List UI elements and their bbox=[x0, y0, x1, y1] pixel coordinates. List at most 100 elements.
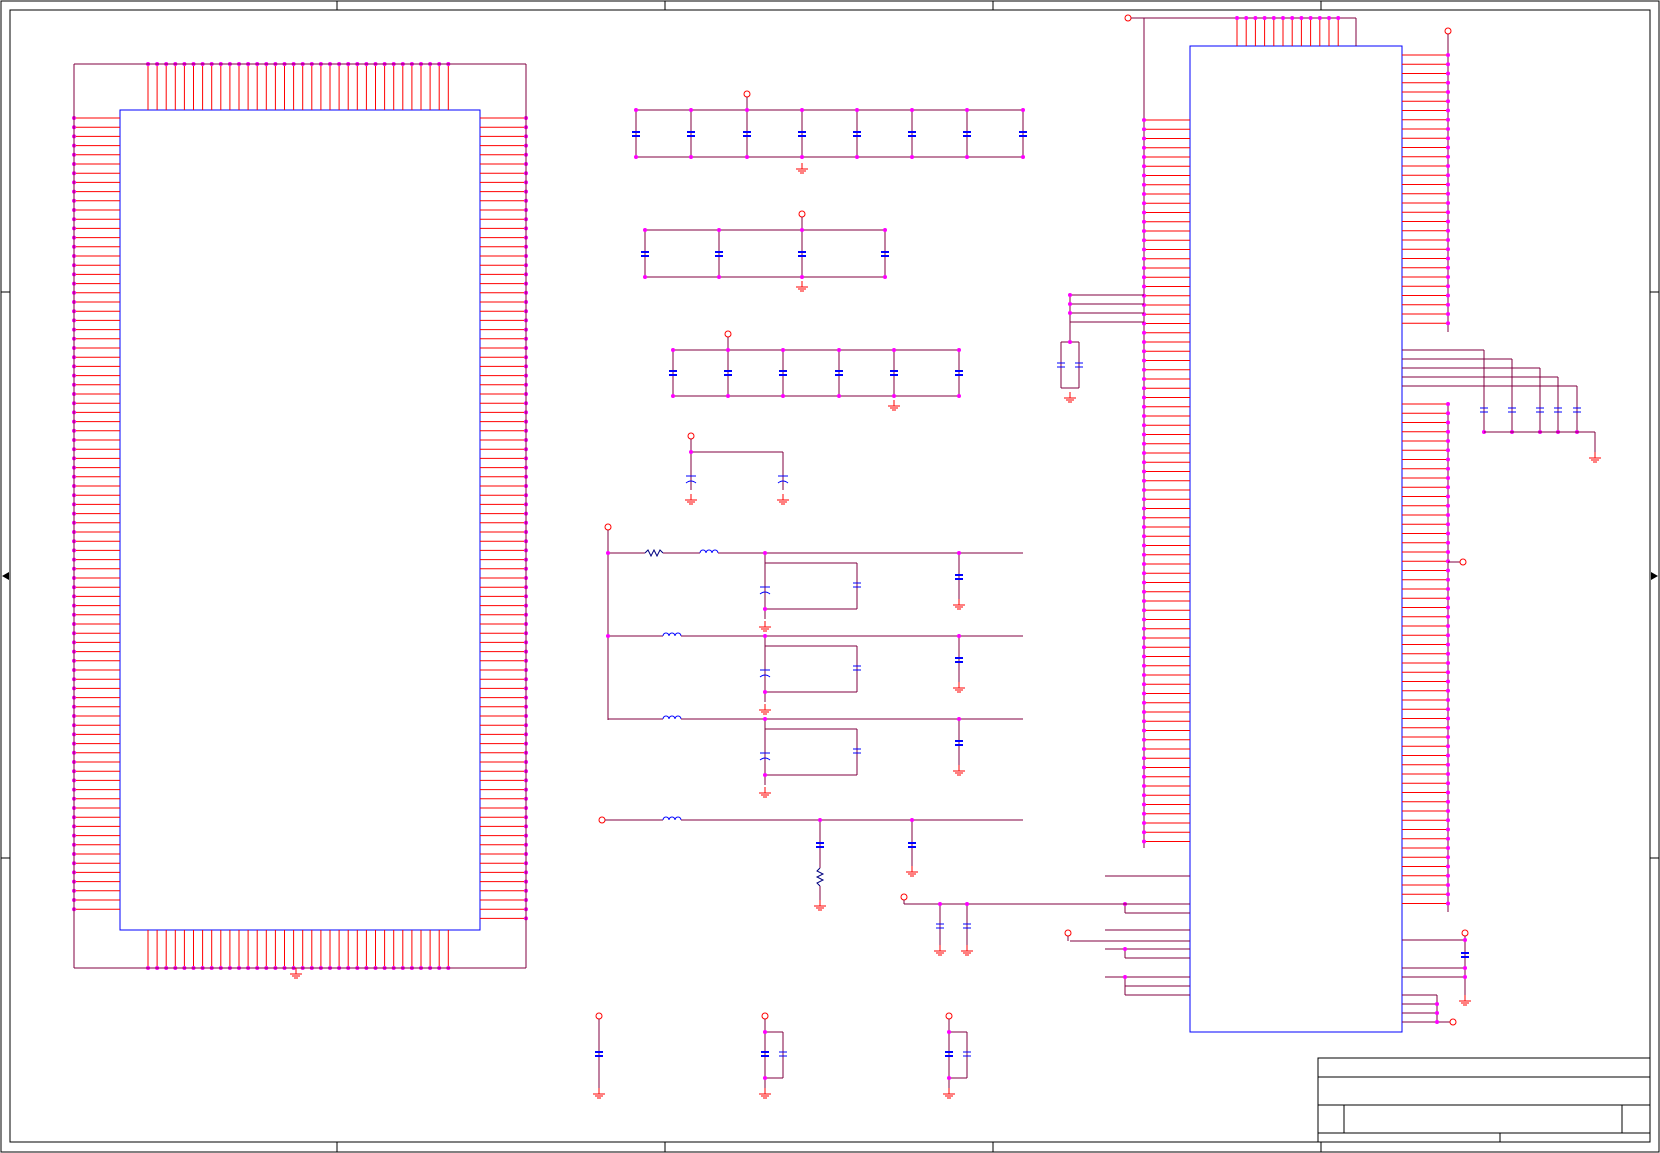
junction-dot bbox=[1446, 605, 1450, 610]
power-port-symbol bbox=[1459, 558, 1467, 566]
junction-dot bbox=[1435, 1002, 1439, 1006]
junction-dot bbox=[1142, 164, 1146, 169]
junction-dot bbox=[1446, 402, 1450, 406]
junction-dot bbox=[1142, 515, 1146, 520]
junction-dot bbox=[1446, 420, 1450, 425]
junction-dot bbox=[1446, 485, 1450, 490]
junction-dot bbox=[1142, 247, 1146, 252]
junction-dot bbox=[1253, 16, 1258, 20]
junction-dot bbox=[1142, 349, 1146, 354]
power-port-symbol bbox=[595, 1012, 603, 1020]
junction-dot bbox=[763, 690, 767, 694]
junction-dot bbox=[855, 108, 859, 112]
junction-dot bbox=[1446, 772, 1450, 776]
ground-symbol bbox=[593, 1088, 605, 1099]
junction-dot bbox=[1446, 670, 1450, 675]
junction-dot bbox=[1142, 728, 1146, 733]
junction-dot bbox=[1142, 784, 1146, 788]
power-port-symbol bbox=[598, 816, 606, 824]
junction-dot bbox=[1123, 975, 1127, 979]
junction-dot bbox=[1446, 633, 1450, 638]
junction-dot bbox=[1446, 550, 1450, 554]
junction-dot bbox=[1446, 781, 1450, 786]
junction-dot bbox=[1142, 747, 1146, 751]
junction-dot bbox=[1446, 201, 1450, 205]
junction-dot bbox=[634, 108, 638, 112]
junction-dot bbox=[1281, 16, 1285, 20]
junction-dot bbox=[957, 394, 961, 398]
power-port-symbol bbox=[1124, 14, 1132, 22]
ground-symbol bbox=[759, 1088, 771, 1099]
junction-dot bbox=[1142, 145, 1146, 150]
junction-dot bbox=[1446, 439, 1450, 443]
ground-symbol bbox=[685, 494, 697, 505]
junction-dot bbox=[1142, 432, 1146, 437]
junction-dot bbox=[1446, 587, 1450, 591]
junction-dot bbox=[938, 902, 942, 906]
junction-dot bbox=[1142, 118, 1146, 122]
junction-dot bbox=[1142, 340, 1146, 344]
junction-dot bbox=[1463, 966, 1467, 970]
junction-dot bbox=[1142, 127, 1146, 132]
junction-dot bbox=[1446, 99, 1450, 104]
junction-dot bbox=[781, 348, 785, 352]
junction-dot bbox=[1446, 173, 1450, 178]
junction-dot bbox=[1068, 340, 1072, 344]
junction-dot bbox=[1446, 219, 1450, 224]
junction-dot bbox=[1317, 16, 1322, 20]
junction-dot bbox=[1142, 691, 1146, 696]
ground-symbol bbox=[759, 621, 771, 632]
junction-dot bbox=[1446, 651, 1450, 656]
junction-dot bbox=[1446, 256, 1450, 261]
junction-dot bbox=[1142, 136, 1146, 141]
junction-dot bbox=[837, 394, 841, 398]
junction-dot bbox=[1446, 614, 1450, 619]
junction-dot bbox=[1446, 799, 1450, 804]
ground-symbol bbox=[759, 787, 771, 798]
junction-dot bbox=[726, 394, 730, 398]
junction-dot bbox=[1446, 476, 1450, 480]
junction-dot bbox=[1068, 311, 1072, 315]
junction-dot bbox=[606, 634, 610, 638]
junction-dot bbox=[689, 450, 693, 454]
junction-dot bbox=[883, 228, 887, 232]
junction-dot bbox=[1435, 1020, 1439, 1024]
junction-dot bbox=[1142, 673, 1146, 677]
power-port-symbol bbox=[604, 523, 612, 531]
junction-dot bbox=[1446, 275, 1450, 279]
junction-dot bbox=[763, 773, 767, 777]
junction-dot bbox=[800, 108, 804, 112]
junction-dot bbox=[1446, 818, 1450, 823]
junction-dot bbox=[1446, 873, 1450, 878]
junction-dot bbox=[1327, 16, 1331, 20]
power-port-symbol bbox=[687, 432, 695, 440]
junction-dot bbox=[1446, 429, 1450, 434]
junction-dot bbox=[1446, 136, 1450, 141]
ground-symbol bbox=[1589, 452, 1601, 463]
junction-dot bbox=[1446, 265, 1450, 270]
resistor-symbol bbox=[815, 867, 825, 887]
power-port-symbol bbox=[945, 1012, 953, 1020]
junction-dot bbox=[910, 818, 914, 822]
junction-dot bbox=[1142, 284, 1146, 289]
junction-dot bbox=[1142, 497, 1146, 502]
junction-dot bbox=[1142, 293, 1146, 298]
junction-dot bbox=[643, 275, 647, 279]
ground-symbol bbox=[943, 1088, 955, 1099]
junction-dot bbox=[1142, 256, 1146, 261]
junction-dot bbox=[1446, 53, 1450, 57]
junction-dot bbox=[1446, 127, 1450, 131]
junction-dot bbox=[1142, 765, 1146, 770]
ground-symbol bbox=[796, 163, 808, 174]
junction-dot bbox=[1446, 466, 1450, 471]
junction-dot bbox=[1142, 358, 1146, 363]
junction-dot bbox=[1123, 947, 1127, 951]
junction-dot bbox=[671, 348, 675, 352]
junction-dot bbox=[1142, 414, 1146, 418]
junction-dot bbox=[1446, 522, 1450, 527]
junction-dot bbox=[1446, 448, 1450, 453]
junction-dot bbox=[1446, 753, 1450, 758]
junction-dot bbox=[1290, 16, 1295, 20]
junction-dot bbox=[1142, 266, 1146, 270]
junction-dot bbox=[1142, 626, 1146, 631]
